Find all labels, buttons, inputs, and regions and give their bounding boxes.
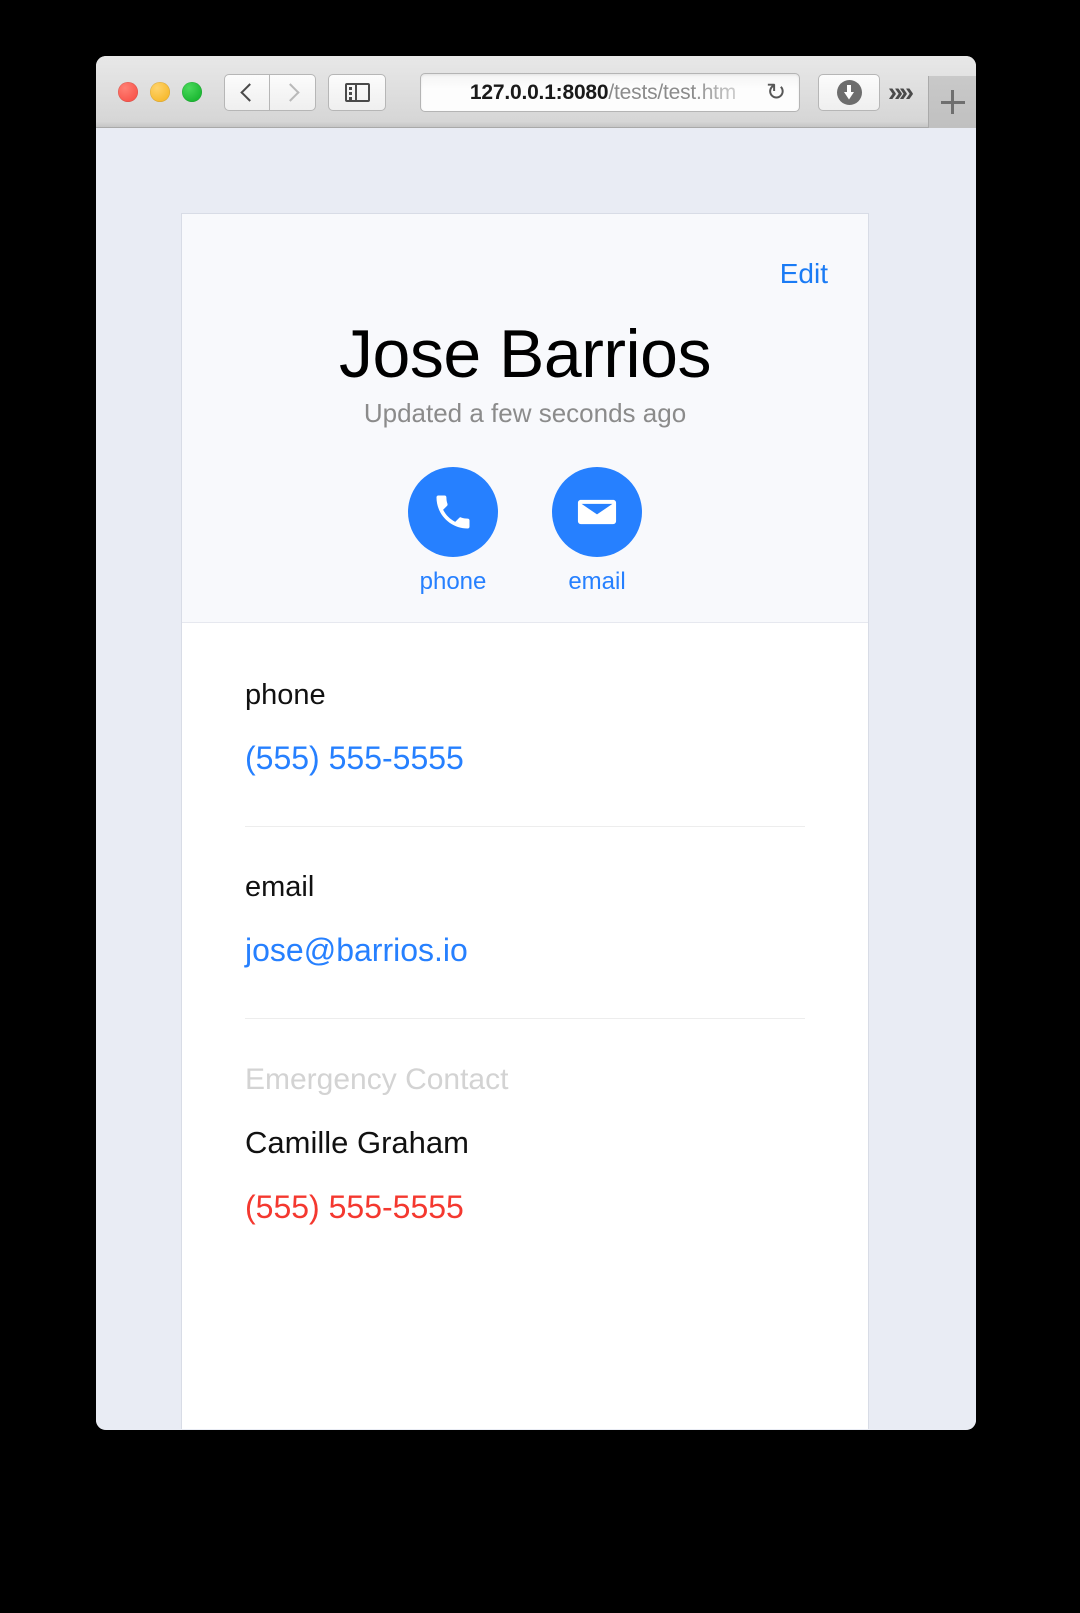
minimize-window-button[interactable]	[150, 82, 170, 102]
divider	[245, 1018, 805, 1020]
field-email-label: email	[245, 871, 315, 904]
field-email-value[interactable]: jose@barrios.io	[245, 932, 468, 969]
emergency-contact-phone[interactable]: (555) 555-5555	[245, 1189, 464, 1226]
divider	[245, 826, 805, 828]
quick-actions: phone email	[182, 467, 868, 596]
edit-link[interactable]: Edit	[780, 258, 828, 290]
close-window-button[interactable]	[118, 82, 138, 102]
phone-icon	[436, 495, 470, 529]
url-text: 127.0.0.1:8080/tests/test.htm	[421, 81, 759, 105]
forward-button[interactable]	[270, 74, 316, 111]
download-icon	[836, 80, 862, 105]
downloads-button[interactable]	[818, 74, 880, 111]
chevron-left-icon	[239, 83, 259, 102]
sidebar-toggle-button[interactable]	[328, 74, 386, 111]
browser-window: 127.0.0.1:8080/tests/test.htm ↻ »» Edit …	[96, 56, 976, 1430]
field-phone-label: phone	[245, 679, 326, 712]
browser-toolbar: 127.0.0.1:8080/tests/test.htm ↻ »»	[96, 56, 976, 128]
email-icon	[577, 499, 617, 525]
new-tab-button[interactable]	[928, 76, 976, 128]
toolbar-overflow-button[interactable]: »»	[888, 78, 914, 107]
maximize-window-button[interactable]	[182, 82, 202, 102]
field-phone: phone (555) 555-5555	[245, 679, 805, 777]
emergency-contact-title: Emergency Contact	[245, 1063, 509, 1097]
plus-icon	[940, 90, 965, 114]
reload-icon[interactable]: ↻	[759, 80, 793, 105]
navigation-buttons	[224, 74, 316, 111]
address-bar[interactable]: 127.0.0.1:8080/tests/test.htm ↻	[420, 73, 800, 112]
sidebar-icon	[344, 83, 370, 102]
page-viewport: Edit Jose Barrios Updated a few seconds …	[96, 128, 976, 1429]
phone-action-circle[interactable]	[408, 467, 498, 558]
window-controls	[118, 82, 202, 102]
emergency-contact-section: Emergency Contact Camille Graham (555) 5…	[245, 1063, 805, 1226]
emergency-contact-name: Camille Graham	[245, 1125, 469, 1161]
phone-action-label: phone	[419, 568, 487, 596]
updated-timestamp: Updated a few seconds ago	[363, 398, 687, 429]
contact-card-body: phone (555) 555-5555 email jose@barrios.…	[182, 623, 868, 1226]
contact-card-header: Edit Jose Barrios Updated a few seconds …	[182, 214, 868, 624]
email-action-label: email	[568, 568, 626, 596]
action-phone[interactable]: phone	[408, 467, 498, 596]
email-action-circle[interactable]	[552, 467, 642, 558]
contact-card: Edit Jose Barrios Updated a few seconds …	[181, 213, 869, 1429]
field-email: email jose@barrios.io	[245, 871, 805, 969]
url-host: 127.0.0.1:8080	[469, 80, 609, 104]
url-path: /tests/test.htm	[608, 80, 737, 104]
chevron-right-icon	[281, 83, 300, 102]
field-phone-value[interactable]: (555) 555-5555	[245, 740, 464, 777]
action-email[interactable]: email	[552, 467, 642, 596]
page-title: Jose Barrios	[339, 316, 711, 392]
back-button[interactable]	[224, 74, 270, 111]
